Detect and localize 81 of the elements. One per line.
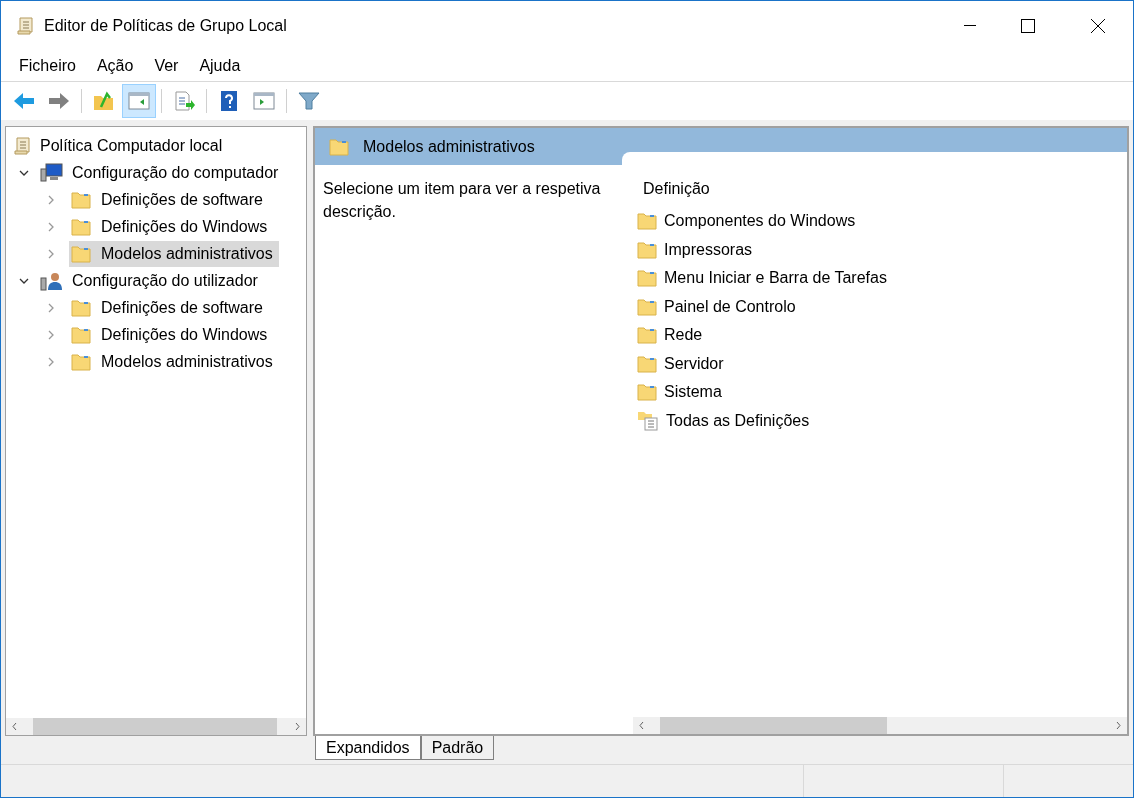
menu-item[interactable]: Ver bbox=[145, 54, 188, 78]
close-icon bbox=[1091, 19, 1105, 33]
menu-item[interactable]: Ajuda bbox=[190, 54, 250, 78]
folder-icon bbox=[637, 354, 657, 373]
list-item-label: Servidor bbox=[664, 353, 724, 374]
tree-item[interactable]: Configuração do utilizador bbox=[72, 268, 258, 293]
tree-item-label: Modelos administrativos bbox=[101, 243, 273, 264]
chevron-right-icon[interactable] bbox=[46, 221, 56, 232]
chevron-right-icon[interactable] bbox=[46, 248, 56, 259]
folder-icon bbox=[71, 217, 91, 236]
folder-icon bbox=[637, 326, 657, 345]
list-item-label: Painel de Controlo bbox=[664, 296, 796, 317]
folder-icon bbox=[637, 383, 657, 402]
list-item[interactable]: Menu Iniciar e Barra de Tarefas bbox=[633, 264, 1127, 293]
list-item[interactable]: Todas as Definições bbox=[633, 406, 1127, 435]
menu-item[interactable]: Ficheiro bbox=[10, 54, 85, 78]
export-list-icon bbox=[173, 91, 195, 111]
folder-icon bbox=[637, 240, 657, 259]
tree-item-label: Definições do Windows bbox=[101, 216, 268, 237]
action-pane-icon bbox=[253, 91, 275, 111]
filter-icon bbox=[298, 91, 320, 111]
folder-icon bbox=[71, 298, 91, 317]
tree-item[interactable]: Modelos administrativos bbox=[69, 240, 279, 267]
chevron-right-icon[interactable] bbox=[46, 194, 56, 205]
folder-icon bbox=[71, 244, 91, 263]
forward-arrow-icon bbox=[47, 91, 71, 111]
tree-item[interactable]: Definições do Windows bbox=[69, 213, 274, 240]
view-tab[interactable]: Expandidos bbox=[315, 736, 421, 760]
tree-item-label: Definições de software bbox=[101, 189, 263, 210]
folder-icon bbox=[71, 190, 91, 209]
tree-item[interactable]: Modelos administrativos bbox=[69, 348, 279, 375]
list-item[interactable]: Componentes do Windows bbox=[633, 207, 1127, 236]
computer-icon bbox=[40, 162, 64, 183]
horizontal-scrollbar[interactable] bbox=[633, 717, 1127, 734]
list-item-label: Componentes do Windows bbox=[664, 211, 856, 232]
chevron-right-icon[interactable] bbox=[46, 329, 56, 340]
folder-icon bbox=[71, 325, 91, 344]
chevron-right-icon[interactable] bbox=[46, 356, 56, 367]
tree-item-label: Definições de software bbox=[101, 297, 263, 318]
list-item-label: Todas as Definições bbox=[666, 410, 810, 431]
folder-icon bbox=[71, 352, 91, 371]
folder-up-icon bbox=[93, 91, 115, 111]
list-item-label: Impressoras bbox=[664, 239, 753, 260]
back-arrow-icon bbox=[12, 91, 36, 111]
app-icon bbox=[15, 16, 35, 36]
tree-item-label: Definições do Windows bbox=[101, 324, 268, 345]
column-header: Definição bbox=[642, 179, 711, 199]
view-tab[interactable]: Padrão bbox=[420, 736, 495, 760]
help-icon bbox=[219, 90, 239, 112]
tree-item[interactable]: Definições de software bbox=[69, 294, 269, 321]
list-item[interactable]: Painel de Controlo bbox=[633, 292, 1127, 321]
list-item-label: Menu Iniciar e Barra de Tarefas bbox=[664, 268, 887, 289]
header-folder-icon bbox=[329, 137, 349, 156]
tree-item-label: Modelos administrativos bbox=[101, 351, 273, 372]
list-item[interactable]: Rede bbox=[633, 321, 1127, 350]
tree-item[interactable]: Definições de software bbox=[69, 186, 269, 213]
chevron-right-icon[interactable] bbox=[46, 302, 56, 313]
list-item[interactable]: Servidor bbox=[633, 349, 1127, 378]
policy-scroll-icon bbox=[12, 135, 32, 156]
scrollbar-thumb[interactable] bbox=[660, 717, 887, 734]
tree-item[interactable]: Configuração do computador bbox=[72, 160, 279, 185]
description-text: Selecione um item para ver a respetiva descrição. bbox=[322, 179, 602, 222]
folder-icon bbox=[637, 269, 657, 288]
user-icon bbox=[40, 270, 64, 291]
horizontal-scrollbar[interactable] bbox=[6, 718, 306, 735]
list-item-label: Rede bbox=[664, 325, 703, 346]
list-item-label: Sistema bbox=[664, 382, 722, 403]
window-title: Editor de Políticas de Grupo Local bbox=[44, 16, 287, 36]
tree-item[interactable]: Política Computador local bbox=[40, 133, 223, 158]
menu-item[interactable]: Ação bbox=[87, 54, 143, 78]
minimize-icon bbox=[964, 25, 976, 27]
scrollbar-thumb[interactable] bbox=[33, 718, 277, 735]
details-title: Modelos administrativos bbox=[363, 136, 535, 157]
list-item[interactable]: Impressoras bbox=[633, 235, 1127, 264]
pane-icon bbox=[128, 91, 150, 111]
folder-icon bbox=[637, 212, 657, 231]
list-item[interactable]: Sistema bbox=[633, 378, 1127, 407]
folder-list-icon bbox=[637, 409, 659, 432]
maximize-icon bbox=[1021, 19, 1035, 33]
tree-item[interactable]: Definições do Windows bbox=[69, 321, 274, 348]
folder-icon bbox=[637, 297, 657, 316]
